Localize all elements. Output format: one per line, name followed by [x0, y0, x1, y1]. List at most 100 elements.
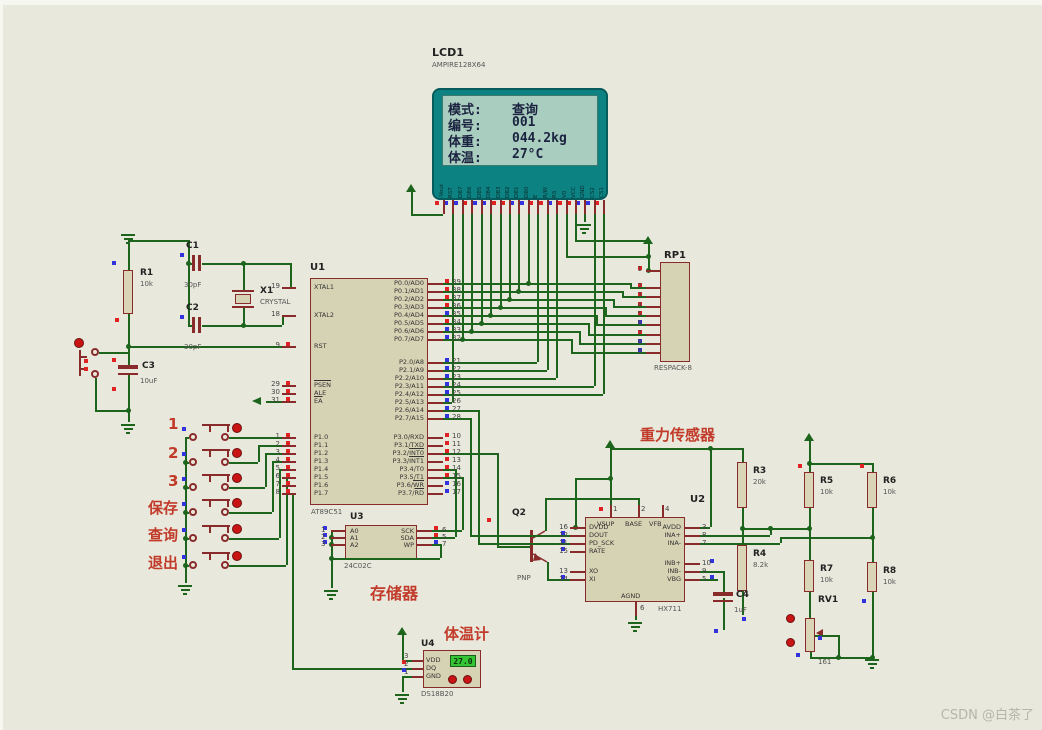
lcd-pin-label: DB6: [467, 186, 473, 198]
c3-capacitor-body[interactable]: [118, 373, 138, 375]
r3-resistor-body[interactable]: [737, 462, 747, 508]
c2-capacitor-body[interactable]: [192, 317, 195, 333]
push-button-1[interactable]: [232, 423, 242, 433]
pin-name: XO: [589, 567, 599, 575]
logic-high-indicator: [445, 457, 449, 461]
pin-name: P0.4/AD4: [393, 311, 424, 319]
push-button-5[interactable]: [232, 524, 242, 534]
pin-number: 1: [404, 668, 409, 676]
c1-capacitor-body[interactable]: [198, 255, 201, 271]
button-terminal: [189, 433, 197, 441]
r6-resistor-body[interactable]: [867, 472, 877, 508]
reset-button-actuator[interactable]: [74, 338, 84, 348]
lcd-ref: LCD1: [432, 46, 464, 59]
wire: [443, 323, 588, 325]
pin-stub: [635, 602, 637, 616]
pin-name: P2.3/A11: [394, 382, 424, 390]
pin-stub: [537, 200, 539, 214]
pin-name: P1.2: [314, 449, 329, 457]
r1-ref: R1: [140, 268, 154, 278]
wire: [229, 538, 279, 540]
logic-high-indicator: [501, 201, 505, 205]
wire: [575, 478, 610, 480]
r1-resistor-body[interactable]: [123, 270, 133, 314]
ground-icon: [121, 234, 135, 236]
pin-stub: [575, 200, 577, 214]
wire: [588, 323, 590, 334]
r8-ref: R8: [883, 566, 897, 576]
wire: [547, 214, 549, 370]
ground-icon: [178, 585, 192, 587]
pin-name: P1.4: [314, 465, 329, 473]
rp1-respack-body[interactable]: [660, 262, 690, 362]
rv1-adjust-down-button[interactable]: [786, 638, 795, 647]
pin-name: PD_SCK: [589, 539, 615, 547]
logic-low-indicator: [454, 201, 458, 205]
pin-stub: [462, 200, 464, 214]
button-prong: [227, 501, 229, 507]
pin-stub: [638, 505, 640, 517]
lcd-part: AMPIRE128X64: [432, 61, 486, 69]
logic-low-indicator: [710, 575, 714, 579]
button-label-4: 保存: [148, 499, 179, 517]
wire: [292, 493, 294, 668]
r3-value: 20k: [753, 478, 766, 486]
pin-stub: [428, 445, 443, 447]
button-bar: [202, 552, 230, 554]
pin-name: EA: [314, 397, 323, 405]
c4-capacitor-body[interactable]: [713, 600, 733, 602]
ground-icon: [183, 593, 187, 595]
logic-low-indicator: [742, 617, 746, 621]
pin-name: GND: [426, 672, 441, 680]
pin-name: P2.2/A10: [394, 374, 424, 382]
r5-resistor-body[interactable]: [804, 472, 814, 508]
pin-stub: [646, 287, 660, 289]
r4-resistor-body[interactable]: [737, 545, 747, 591]
r8-resistor-body[interactable]: [867, 562, 877, 592]
pin-stub: [428, 485, 443, 487]
c2-capacitor-body[interactable]: [198, 317, 201, 333]
logic-high-indicator: [445, 295, 449, 299]
pin-stub: [646, 306, 660, 308]
wire: [575, 240, 648, 242]
rv1-adjust-up-button[interactable]: [786, 614, 795, 623]
x1-crystal-body[interactable]: [235, 294, 251, 304]
r7-resistor-body[interactable]: [804, 560, 814, 592]
pin-name: P0.1/AD1: [393, 287, 424, 295]
ds18b20-temp-down-button[interactable]: [463, 675, 472, 684]
push-button-2[interactable]: [232, 448, 242, 458]
pin-stub: [282, 315, 296, 317]
wire-junction: [608, 476, 613, 481]
ground-icon: [397, 698, 407, 700]
ds18b20-temp-up-button[interactable]: [448, 675, 457, 684]
pin-stub: [331, 537, 345, 539]
push-button-6[interactable]: [232, 551, 242, 561]
button-bar: [202, 474, 230, 476]
wire-junction: [469, 329, 474, 334]
c4-capacitor-body[interactable]: [713, 592, 733, 596]
push-button-4[interactable]: [232, 498, 242, 508]
c3-value: 10uF: [140, 377, 158, 385]
c3-capacitor-body[interactable]: [118, 365, 138, 369]
pin-number: 11: [452, 440, 461, 448]
u2-part: HX711: [658, 605, 682, 613]
rp1-part: RESPACK-8: [654, 364, 692, 372]
ground-icon: [123, 428, 133, 430]
logic-low-indicator: [182, 452, 186, 456]
wire-junction: [126, 408, 131, 413]
pin-stub: [646, 352, 660, 354]
wire: [432, 544, 440, 546]
pin-stub: [570, 551, 585, 553]
push-button-3[interactable]: [232, 473, 242, 483]
pin-stub: [412, 660, 423, 662]
pin-stub: [452, 200, 454, 214]
pin-stub: [417, 530, 432, 532]
pin-stub: [443, 200, 445, 214]
wire: [292, 668, 412, 670]
logic-low-indicator: [112, 261, 116, 265]
ground-icon: [123, 238, 133, 240]
wire: [243, 263, 245, 290]
rv1-pot-body[interactable]: [805, 618, 815, 652]
c1-capacitor-body[interactable]: [192, 255, 195, 271]
ea-arrow-icon: [252, 397, 261, 405]
